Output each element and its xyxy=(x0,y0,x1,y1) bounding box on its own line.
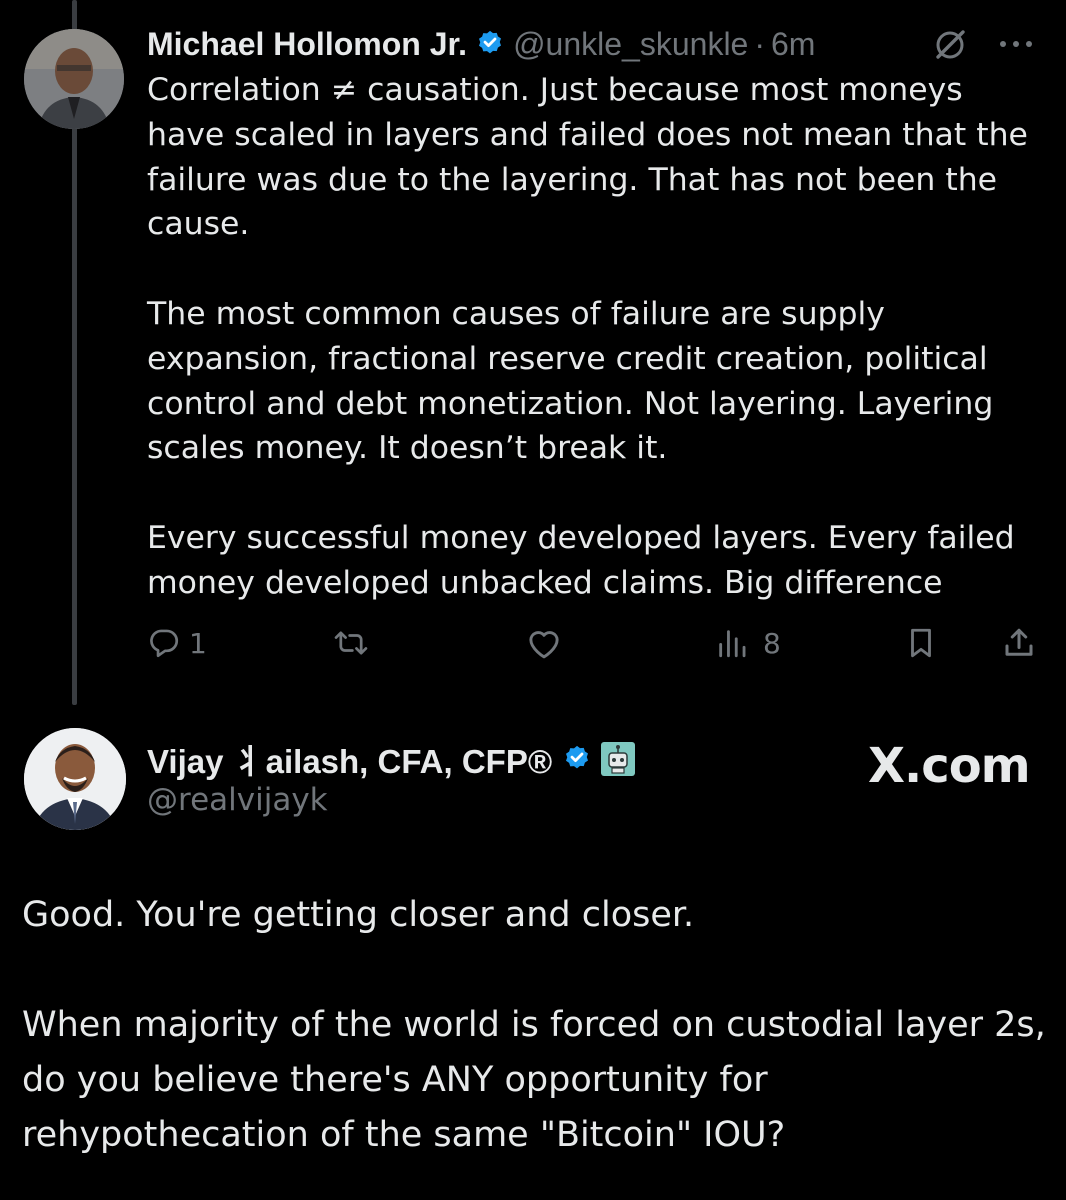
tweet1-body: Correlation ≠ causation. Just because mo… xyxy=(147,68,1047,606)
bookmark-icon xyxy=(911,628,931,658)
tweet1-paragraph: Every successful money developed layers.… xyxy=(147,519,1015,601)
grok-icon[interactable] xyxy=(930,24,970,64)
post-time[interactable]: 6m xyxy=(771,26,815,63)
tweet1-top-actions xyxy=(930,22,1034,66)
avatar-michael-hollomon[interactable] xyxy=(24,29,124,129)
x-com-watermark: X.com xyxy=(868,738,1031,794)
verified-badge-icon xyxy=(479,30,502,54)
avatar-vijay[interactable] xyxy=(24,728,126,830)
tweet1-paragraph: Correlation ≠ causation. Just because mo… xyxy=(147,72,1028,243)
author-handle[interactable]: @unkle_skunkle xyxy=(513,26,748,63)
tweet2-body: Good. You're getting closer and closer. … xyxy=(22,888,1052,1163)
share-icon xyxy=(1005,628,1033,656)
like-button[interactable] xyxy=(525,620,569,666)
more-icon[interactable] xyxy=(998,38,1034,50)
author-handle[interactable]: @realvijayk xyxy=(147,782,328,818)
views-button[interactable]: 8 xyxy=(715,620,781,666)
separator-dot: · xyxy=(754,25,765,62)
robot-emoji-icon xyxy=(601,742,636,776)
reply-button[interactable]: 1 xyxy=(147,620,207,666)
tweet1-header: Michael Hollomon Jr. @unkle_skunkle · 6m xyxy=(147,22,815,66)
views-icon xyxy=(719,630,746,658)
author-name[interactable]: Vijay ⺦ailash, CFA, CFP® xyxy=(147,735,552,783)
views-count: 8 xyxy=(763,626,781,660)
tweet2-header: Vijay ⺦ailash, CFA, CFP® xyxy=(147,736,636,782)
bookmark-button[interactable] xyxy=(904,620,938,666)
author-name[interactable]: Michael Hollomon Jr. xyxy=(147,26,467,63)
tweet2-paragraph: When majority of the world is forced on … xyxy=(22,1005,1046,1155)
tweet2-paragraph: Good. You're getting closer and closer. xyxy=(22,895,695,935)
tweet1-paragraph: The most common causes of failure are su… xyxy=(147,295,994,467)
retweet-icon xyxy=(334,631,368,655)
reply-count: 1 xyxy=(189,626,207,660)
verified-badge-icon xyxy=(566,745,589,769)
share-button[interactable] xyxy=(1001,620,1037,666)
heart-icon xyxy=(529,631,559,659)
retweet-button[interactable] xyxy=(332,620,376,666)
reply-icon xyxy=(150,629,179,658)
tweet1-action-bar: 1 8 xyxy=(147,620,1042,666)
